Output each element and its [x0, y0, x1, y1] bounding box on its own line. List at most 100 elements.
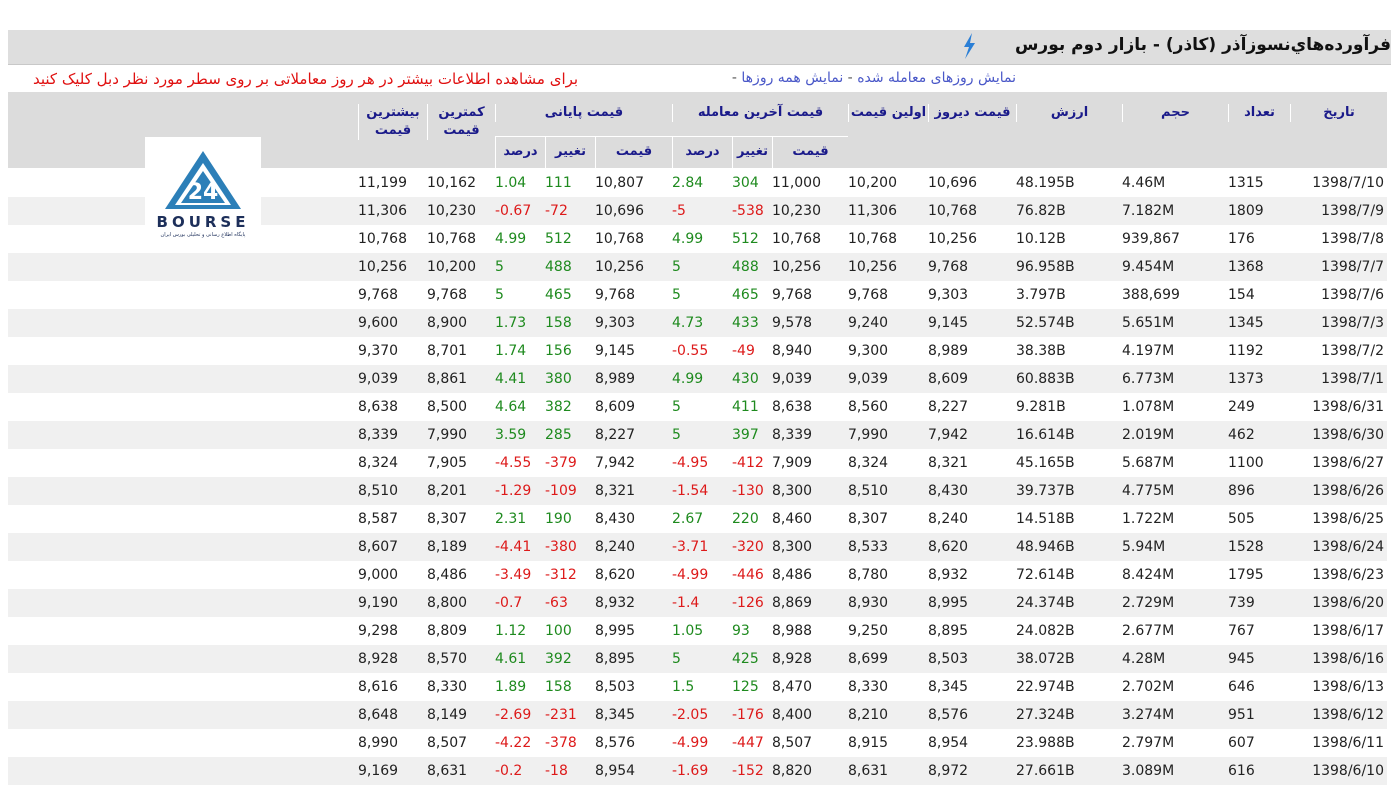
row-spacer [8, 645, 358, 673]
table-row[interactable]: 8,648 8,149 -2.69 -231 8,345 -2.05 -176 8,400 8,… [8, 701, 1387, 729]
header-first-price[interactable]: اولین قیمت [848, 104, 928, 122]
show-all-days-link[interactable]: نمایش همه روزها [741, 70, 843, 86]
row-max: 9,039 [358, 365, 427, 393]
header-last-price[interactable]: قیمت [772, 136, 848, 168]
table-row[interactable]: 9,169 8,631 -0.2 -18 8,954 -1.69 -152 8,820 8,63… [8, 757, 1387, 785]
row-max: 8,638 [358, 399, 399, 415]
row-last-price: 8,638 [772, 399, 813, 415]
row-closing-price: 8,503 [595, 679, 636, 695]
header-closing-price[interactable]: قیمت [595, 136, 672, 168]
row-count: 646 [1228, 679, 1255, 695]
row-last-price: 10,230 [772, 197, 848, 225]
row-min: 10,200 [427, 253, 495, 281]
row-prev-price: 8,954 [928, 735, 969, 751]
row-last-price: 8,460 [772, 511, 813, 527]
table-row[interactable]: 8,607 8,189 -4.41 -380 8,240 -3.71 -320 8,300 8,… [8, 533, 1387, 561]
table-row[interactable]: 10,256 10,200 5 488 10,256 5 488 10,256 10,256 9,… [8, 253, 1387, 281]
show-traded-days-link[interactable]: نمایش روزهای معامله شده [857, 70, 1016, 86]
row-value: 14.518B [1016, 511, 1075, 527]
row-date: 1398/6/20 [1290, 589, 1387, 617]
row-max: 9,000 [358, 567, 399, 583]
table-row[interactable]: 9,768 9,768 5 465 9,768 5 465 9,768 9,768 9,303 3.… [8, 281, 1387, 309]
row-volume: 388,699 [1122, 287, 1180, 303]
row-max: 11,306 [358, 197, 427, 225]
svg-text:24: 24 [188, 180, 219, 205]
row-prev-price: 8,576 [928, 701, 1016, 729]
row-spacer [8, 281, 358, 309]
row-closing-change: 190 [545, 511, 572, 527]
row-date: 1398/6/16 [1290, 645, 1387, 673]
row-closing-change: -379 [545, 455, 577, 471]
row-closing-percent: -0.7 [495, 589, 545, 617]
row-closing-price: 8,576 [595, 735, 636, 751]
table-row[interactable]: 8,990 8,507 -4.22 -378 8,576 -4.99 -447 8,507 8,… [8, 729, 1387, 757]
row-volume: 3.089M [1122, 757, 1228, 785]
table-row[interactable]: 9,190 8,800 -0.7 -63 8,932 -1.4 -126 8,869 8,930… [8, 589, 1387, 617]
row-last-percent: 5 [672, 287, 681, 303]
row-last-change: 220 [732, 511, 759, 527]
bourse24-logo: 24 BOURSE پایگاه اطلاع رسانی و تحلیلی بو… [145, 137, 261, 241]
row-date: 1398/6/23 [1312, 567, 1384, 583]
row-closing-change: 158 [545, 309, 595, 337]
row-prev-price: 8,430 [928, 477, 1016, 505]
row-prev-price: 10,768 [928, 197, 1016, 225]
header-date[interactable]: تاریخ [1290, 104, 1387, 122]
page-title: فرآورده‌هاي‌نسوزآذر (کاذر) - بازار دوم ب… [1014, 35, 1391, 55]
row-first-price: 8,533 [848, 533, 928, 561]
row-count: 1528 [1228, 533, 1290, 561]
row-date: 1398/6/30 [1290, 421, 1387, 449]
table-row[interactable]: 9,039 8,861 4.41 380 8,989 4.99 430 9,039 9,039 8… [8, 365, 1387, 393]
table-row[interactable]: 8,616 8,330 1.89 158 8,503 1.5 125 8,470 8,330 8,… [8, 673, 1387, 701]
header-count[interactable]: تعداد [1228, 104, 1290, 122]
row-first-price: 9,250 [848, 623, 889, 639]
row-last-price: 8,507 [772, 735, 813, 751]
row-prev-price: 7,942 [928, 421, 1016, 449]
row-closing-percent: -2.69 [495, 701, 545, 729]
table-row[interactable]: 9,000 8,486 -3.49 -312 8,620 -4.99 -446 8,486 8,… [8, 561, 1387, 589]
table-row[interactable]: 9,370 8,701 1.74 156 9,145 -0.55 -49 8,940 9,300… [8, 337, 1387, 365]
row-closing-change: -312 [545, 567, 577, 583]
row-last-percent: -3.71 [672, 533, 732, 561]
table-row[interactable]: 8,638 8,500 4.64 382 8,609 5 411 8,638 8,560 8,22… [8, 393, 1387, 421]
row-first-price: 8,915 [848, 735, 889, 751]
row-max: 8,928 [358, 645, 427, 673]
row-count: 462 [1228, 421, 1290, 449]
table-row[interactable]: 8,324 7,905 -4.55 -379 7,942 -4.95 -412 7,909 8,… [8, 449, 1387, 477]
row-last-percent: -1.69 [672, 757, 732, 785]
row-count: 1100 [1228, 455, 1264, 471]
table-row[interactable]: 9,600 8,900 1.73 158 9,303 4.73 433 9,578 9,240 9… [8, 309, 1387, 337]
row-max: 9,190 [358, 589, 427, 617]
row-max: 9,600 [358, 309, 427, 337]
row-count: 607 [1228, 735, 1255, 751]
header-closing-change[interactable]: تغییر [545, 136, 595, 168]
row-value: 96.958B [1016, 253, 1122, 281]
header-prev-price[interactable]: قیمت دیروز [928, 104, 1016, 122]
header-volume[interactable]: حجم [1122, 104, 1228, 122]
row-first-price: 8,510 [848, 477, 928, 505]
table-row[interactable]: 8,510 8,201 -1.29 -109 8,321 -1.54 -130 8,300 8,… [8, 477, 1387, 505]
header-value[interactable]: ارزش [1016, 104, 1122, 122]
row-last-percent: -4.99 [672, 567, 709, 583]
table-row[interactable]: 8,587 8,307 2.31 190 8,430 2.67 220 8,460 8,307 8… [8, 505, 1387, 533]
row-closing-change: 465 [545, 287, 572, 303]
table-row[interactable]: 8,928 8,570 4.61 392 8,895 5 425 8,928 8,699 8,50… [8, 645, 1387, 673]
row-closing-percent: -4.41 [495, 533, 545, 561]
row-first-price: 8,330 [848, 679, 889, 695]
header-last-percent[interactable]: درصد [672, 136, 732, 168]
header-last-change[interactable]: تغییر [732, 136, 772, 168]
row-first-price: 9,300 [848, 343, 889, 359]
header-min[interactable]: کمترین قیمت [427, 104, 495, 140]
row-closing-percent: 1.74 [495, 343, 527, 359]
row-last-percent: 5 [672, 645, 732, 673]
header-closing-percent[interactable]: درصد [495, 136, 545, 168]
row-date: 1398/6/25 [1312, 511, 1384, 527]
header-max[interactable]: بیشترین قیمت [358, 104, 427, 140]
table-row[interactable]: 9,298 8,809 1.12 100 8,995 1.05 93 8,988 9,250 8,… [8, 617, 1387, 645]
row-max: 9,370 [358, 343, 399, 359]
row-volume: 4.775M [1122, 477, 1228, 505]
row-min: 10,230 [427, 197, 495, 225]
table-row[interactable]: 8,339 7,990 3.59 285 8,227 5 397 8,339 7,990 7,94… [8, 421, 1387, 449]
row-last-change: -446 [732, 567, 764, 583]
row-count: 1373 [1228, 365, 1290, 393]
row-closing-percent: -3.49 [495, 567, 532, 583]
